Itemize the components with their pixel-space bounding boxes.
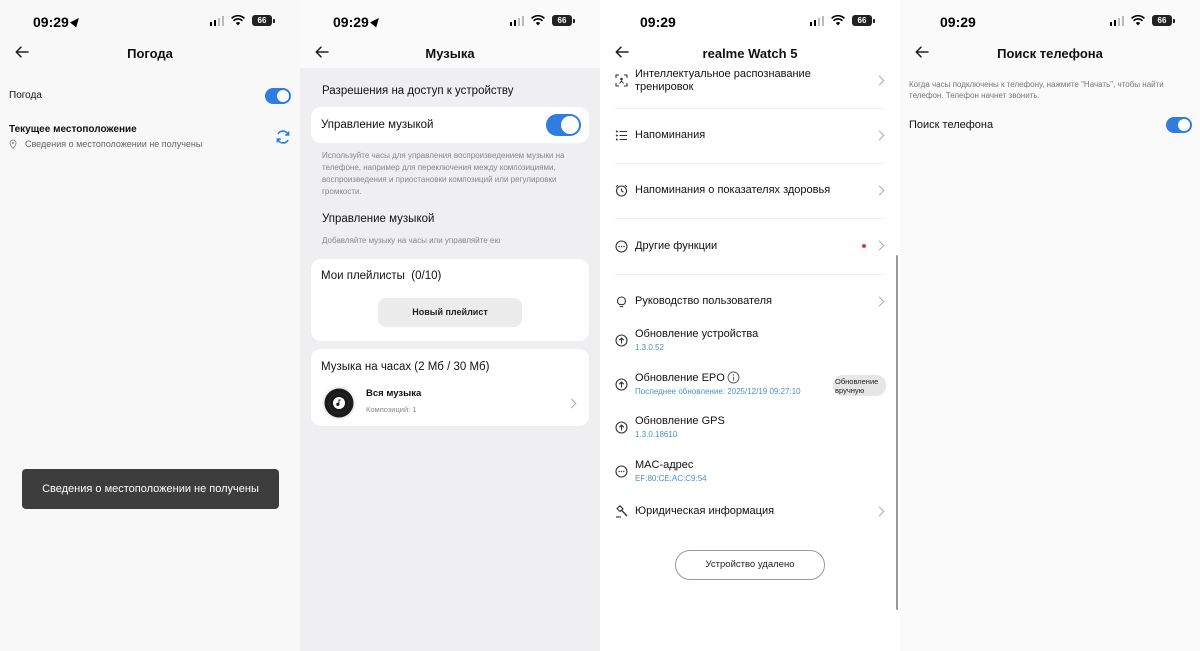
- bulb-icon: [616, 296, 627, 308]
- chevron-right-icon: [874, 240, 885, 251]
- device-screen: 09:29 66 realme Watch 5 Интеллектуальное…: [600, 0, 900, 651]
- more-icon: [615, 240, 628, 253]
- status-icons: 66: [809, 15, 875, 26]
- all-music-count: Композиций: 1: [366, 405, 417, 414]
- update-icon: [615, 421, 628, 434]
- wifi-icon: [1131, 15, 1145, 26]
- battery-icon: 66: [1152, 15, 1175, 26]
- row-label: Обновление GPS: [635, 415, 725, 427]
- row-value: Последнее обновление: 2025/12/19 09:27:1…: [635, 387, 801, 396]
- scan-icon: [615, 74, 628, 87]
- wifi-icon: [231, 15, 245, 26]
- chevron-right-icon: [874, 130, 885, 141]
- weather-label: Погода: [9, 90, 42, 101]
- music-section-header: Управление музыкой: [322, 213, 435, 225]
- manual-update-line2: вручную: [835, 386, 865, 395]
- row-label: Напоминания о показателях здоровья: [635, 184, 831, 196]
- divider: [615, 108, 885, 109]
- playlists-count: (0/10): [411, 270, 442, 282]
- find-phone-screen: 09:29 66 Поиск телефона Когда часы подкл…: [900, 0, 1200, 651]
- scrollbar[interactable]: [896, 255, 898, 610]
- list-icon: [615, 130, 627, 141]
- battery-icon: 66: [252, 15, 275, 26]
- chevron-right-icon: [874, 75, 885, 86]
- status-icons: 66: [209, 15, 275, 26]
- weather-screen: 09:29 66 Погода Погода Текущее местополо…: [0, 0, 300, 651]
- location-arrow-icon: [69, 15, 82, 28]
- chevron-right-icon: [566, 398, 577, 409]
- location-status: Сведения о местоположении не получены: [25, 139, 203, 149]
- music-screen: 09:29 66 Музыка Разрешения на доступ к у…: [300, 0, 600, 651]
- row-label: Юридическая информация: [635, 505, 775, 517]
- chevron-right-icon: [874, 185, 885, 196]
- status-icons: 66: [509, 15, 575, 26]
- playlists-card: Мои плейлисты (0/10) Новый плейлист: [311, 259, 589, 341]
- status-time: 09:29: [33, 14, 82, 30]
- chevron-right-icon: [874, 506, 885, 517]
- signal-icon: [1109, 15, 1124, 26]
- toast-message: Сведения о местоположении не получены: [22, 469, 279, 509]
- status-time: 09:29: [333, 14, 382, 30]
- hammer-icon: [616, 505, 628, 518]
- status-icons: 66: [1109, 15, 1175, 26]
- manual-update-line1: Обновление: [835, 377, 879, 386]
- vinyl-disc-icon: [322, 386, 356, 420]
- page-title: Погода: [127, 46, 173, 61]
- weather-toggle[interactable]: [265, 88, 291, 104]
- row-value: EF:80:CE:AC:C9:54: [635, 474, 707, 483]
- status-time: 09:29: [640, 14, 676, 30]
- page-title: Поиск телефона: [997, 46, 1103, 61]
- location-label: Текущее местоположение: [9, 124, 137, 135]
- divider: [615, 218, 885, 219]
- alarm-icon: [615, 184, 628, 197]
- row-label: Напоминания: [635, 129, 706, 141]
- page-title: Музыка: [425, 46, 475, 61]
- divider: [615, 274, 885, 275]
- row-value: 1.3.0.52: [635, 343, 664, 352]
- battery-icon: 66: [552, 15, 575, 26]
- watch-music-card: Музыка на часах (2 Мб / 30 Мб) Вся музык…: [311, 349, 589, 426]
- chevron-right-icon: [874, 296, 885, 307]
- refresh-icon[interactable]: [275, 129, 291, 145]
- signal-icon: [809, 15, 824, 26]
- music-section-description: Добавляйте музыку на часы или управляйте…: [322, 236, 501, 245]
- row-label: MAC-адрес: [635, 459, 694, 471]
- signal-icon: [209, 15, 224, 26]
- row-label: Обновление EPO: [635, 372, 725, 384]
- update-icon: [615, 378, 628, 391]
- find-phone-toggle[interactable]: [1166, 117, 1192, 133]
- wifi-icon: [531, 15, 545, 26]
- divider: [615, 163, 885, 164]
- device-removed-button[interactable]: Устройство удалено: [675, 550, 825, 580]
- row-label: Руководство пользователя: [635, 295, 772, 307]
- info-icon[interactable]: [727, 371, 740, 384]
- all-music-title: Вся музыка: [366, 388, 422, 399]
- row-label: Интеллектуальное распознавание тренирово…: [635, 68, 811, 93]
- wifi-icon: [831, 15, 845, 26]
- new-playlist-button[interactable]: Новый плейлист: [378, 298, 522, 327]
- signal-icon: [509, 15, 524, 26]
- row-value: 1.3.0.18610: [635, 430, 678, 439]
- status-time: 09:29: [940, 14, 976, 30]
- manual-update-button[interactable]: Обновление вручную: [833, 375, 886, 396]
- row-label: Обновление устройства: [635, 328, 759, 340]
- music-control-description: Используйте часы для управления воспроиз…: [322, 151, 565, 196]
- location-pin-icon: [9, 139, 17, 149]
- playlists-label: Мои плейлисты (0/10): [321, 270, 442, 282]
- find-phone-description: Когда часы подключены к телефону, нажмит…: [909, 80, 1164, 100]
- mac-icon: [615, 465, 628, 478]
- row-label: Другие функции: [635, 240, 718, 252]
- battery-icon: 66: [852, 15, 875, 26]
- music-control-label: Управление музыкой: [321, 119, 434, 131]
- music-control-toggle[interactable]: [546, 114, 581, 136]
- notification-dot: [862, 244, 866, 248]
- page-title: realme Watch 5: [702, 46, 798, 61]
- find-phone-label: Поиск телефона: [909, 119, 994, 131]
- update-icon: [615, 334, 628, 347]
- watch-music-label: Музыка на часах (2 Мб / 30 Мб): [321, 361, 490, 373]
- music-control-card: Управление музыкой: [311, 107, 589, 143]
- permissions-header: Разрешения на доступ к устройству: [322, 85, 514, 97]
